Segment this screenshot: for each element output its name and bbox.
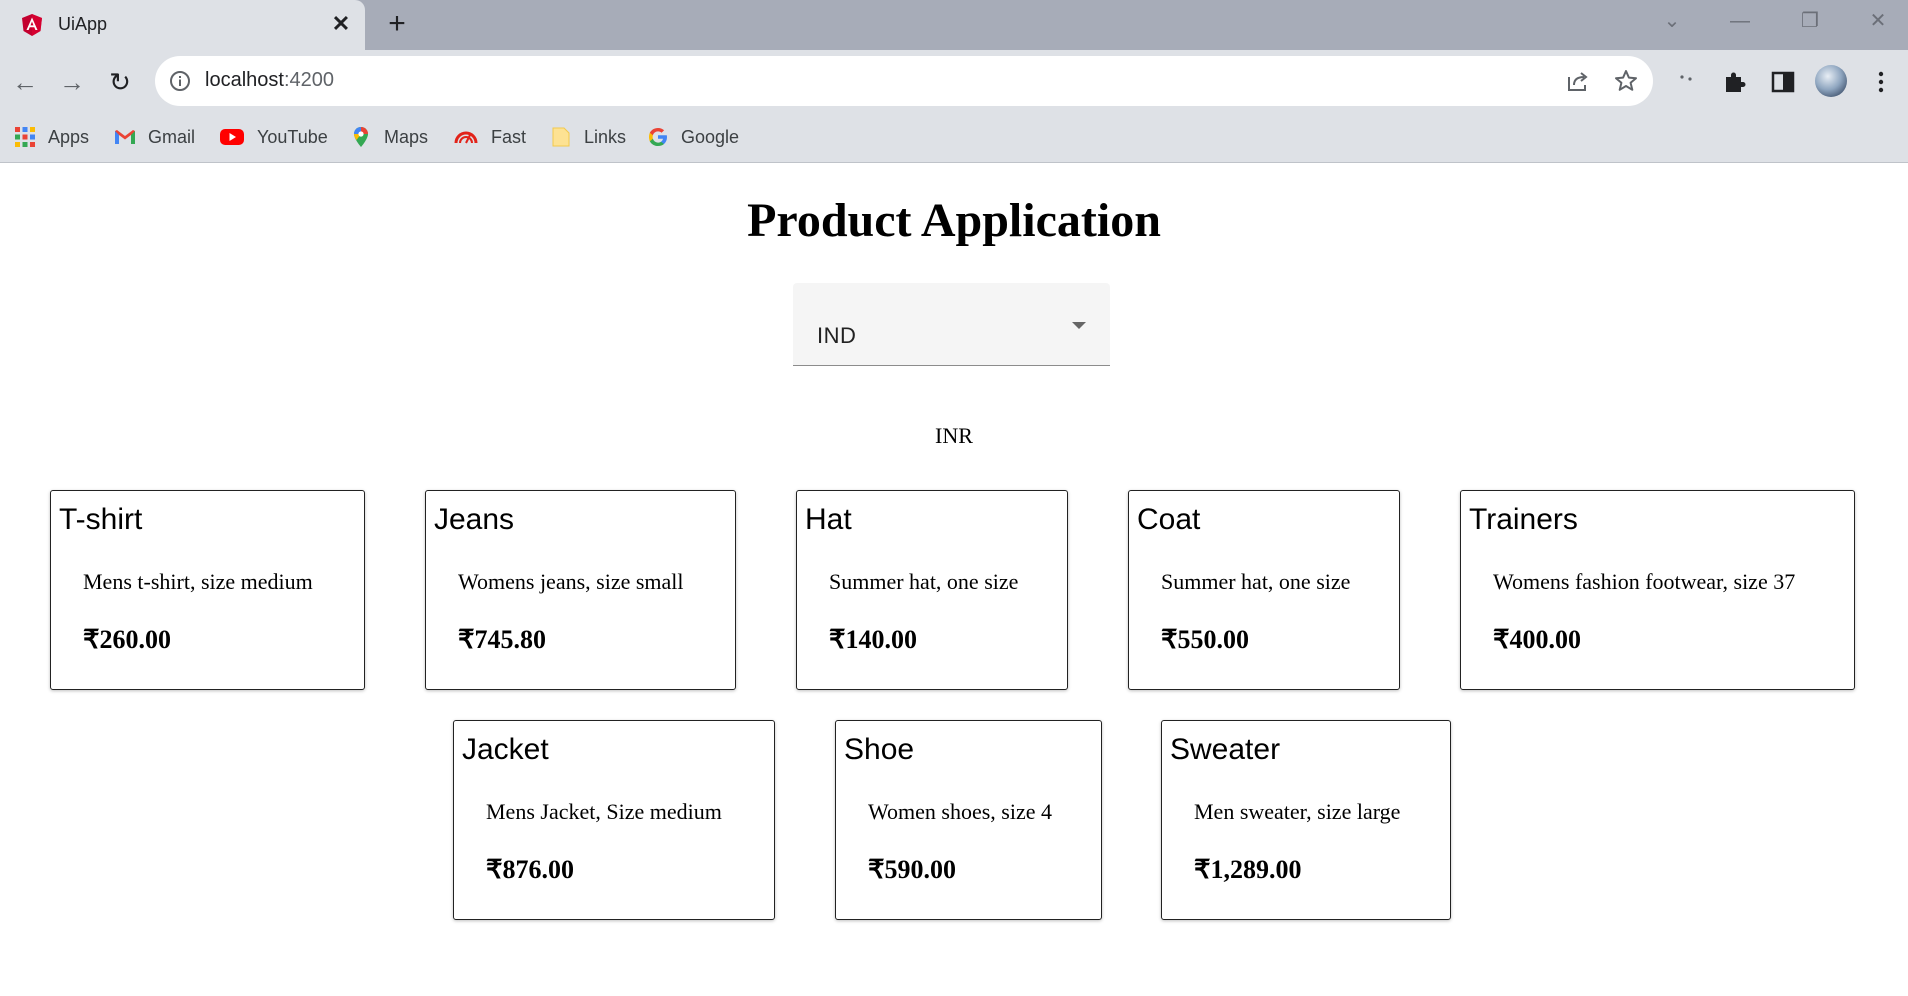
- product-description: Mens t-shirt, size medium: [83, 569, 313, 594]
- profile-avatar[interactable]: [1814, 64, 1848, 98]
- bookmarks-bar: Apps Gmail YouTube Maps Fast Links Googl…: [0, 113, 1908, 163]
- product-price: ₹400.00: [1493, 625, 1582, 654]
- tab-title: UiApp: [58, 14, 108, 34]
- product-description: Womens fashion footwear, size 37: [1493, 569, 1796, 594]
- forward-button[interactable]: →: [52, 62, 92, 102]
- bookmark-gmail[interactable]: Gmail: [114, 124, 195, 150]
- product-price: ₹550.00: [1161, 625, 1250, 654]
- product-price: ₹745.80: [458, 625, 547, 654]
- product-name: Trainers: [1469, 503, 1578, 536]
- youtube-icon: [219, 126, 245, 148]
- product-description: Mens Jacket, Size medium: [486, 799, 722, 824]
- product-name: Shoe: [844, 733, 915, 766]
- product-description: Womens jeans, size small: [458, 569, 684, 594]
- back-button[interactable]: ←: [5, 62, 45, 102]
- product-name: Sweater: [1170, 733, 1281, 766]
- tab-strip: UiApp ✕ + ⌄ — ❐ ✕: [0, 0, 1908, 50]
- product-price: ₹140.00: [829, 625, 918, 654]
- product-description: Women shoes, size 4: [868, 799, 1052, 824]
- gmail-icon: [114, 126, 136, 148]
- product-price: ₹876.00: [486, 855, 575, 884]
- tab-close-icon[interactable]: ✕: [328, 11, 354, 37]
- product-name: T-shirt: [59, 503, 143, 536]
- product-card: Sweater Men sweater, size large ₹1,289.0…: [1161, 720, 1451, 920]
- product-name: Hat: [805, 503, 852, 536]
- bookmark-youtube[interactable]: YouTube: [219, 124, 328, 150]
- side-panel-icon[interactable]: [1768, 67, 1798, 97]
- bookmark-label: Maps: [384, 126, 429, 147]
- extensions-puzzle-icon[interactable]: [1720, 67, 1750, 97]
- page-content: Product Application IND INR T-shirt Mens…: [0, 163, 1908, 996]
- product-name: Jacket: [462, 733, 549, 766]
- bookmark-google[interactable]: Google: [647, 124, 739, 150]
- share-icon[interactable]: [1565, 68, 1591, 94]
- product-card: Shoe Women shoes, size 4 ₹590.00: [835, 720, 1102, 920]
- bookmark-links[interactable]: Links: [550, 124, 626, 150]
- url-host: localhost: [205, 69, 284, 91]
- product-description: Summer hat, one size: [829, 569, 1019, 594]
- angular-favicon-icon: [20, 13, 44, 37]
- url-port: :4200: [283, 69, 334, 91]
- product-description: Summer hat, one size: [1161, 569, 1351, 594]
- url-text[interactable]: localhost:4200: [205, 69, 334, 92]
- bookmark-fast[interactable]: Fast: [453, 124, 526, 150]
- bookmark-maps[interactable]: Maps: [350, 124, 428, 150]
- product-description: Men sweater, size large: [1194, 799, 1401, 824]
- product-name: Jeans: [434, 503, 515, 536]
- bookmark-star-icon[interactable]: [1613, 68, 1639, 94]
- page-title: Product Application: [747, 194, 1161, 247]
- bookmark-apps[interactable]: Apps: [14, 124, 89, 150]
- country-select[interactable]: IND: [793, 283, 1110, 366]
- product-card: Trainers Womens fashion footwear, size 3…: [1460, 490, 1855, 690]
- tab-search-icon[interactable]: ⌄: [1652, 6, 1692, 36]
- folder-icon: [550, 126, 572, 148]
- restore-button[interactable]: ❐: [1790, 6, 1830, 36]
- product-name: Coat: [1137, 503, 1201, 536]
- product-card: Jacket Mens Jacket, Size medium ₹876.00: [453, 720, 775, 920]
- country-select-value: IND: [817, 323, 857, 348]
- currency-label: INR: [935, 423, 973, 448]
- bookmark-label: Gmail: [148, 126, 196, 147]
- product-price: ₹1,289.00: [1194, 855, 1302, 884]
- menu-kebab-icon[interactable]: [1866, 67, 1896, 97]
- product-card: Hat Summer hat, one size ₹140.00: [796, 490, 1068, 690]
- address-bar[interactable]: localhost:4200: [155, 56, 1653, 106]
- product-card: T-shirt Mens t-shirt, size medium ₹260.0…: [50, 490, 365, 690]
- browser-tab[interactable]: UiApp ✕: [0, 0, 365, 50]
- maps-pin-icon: [350, 126, 372, 148]
- product-price: ₹260.00: [83, 625, 172, 654]
- product-card: Jeans Womens jeans, size small ₹745.80: [425, 490, 736, 690]
- apps-grid-icon: [14, 126, 36, 148]
- bookmark-label: YouTube: [257, 126, 328, 147]
- close-window-button[interactable]: ✕: [1858, 6, 1898, 36]
- product-card: Coat Summer hat, one size ₹550.00: [1128, 490, 1400, 690]
- bookmark-label: Google: [681, 126, 740, 147]
- loading-extension-icon[interactable]: [1672, 67, 1702, 97]
- site-info-icon[interactable]: [169, 70, 191, 92]
- new-tab-button[interactable]: +: [380, 8, 414, 42]
- product-price: ₹590.00: [868, 855, 957, 884]
- bookmark-label: Links: [584, 126, 627, 147]
- bookmark-label: Apps: [48, 126, 90, 147]
- browser-toolbar: ← → ↻ localhost:4200: [0, 50, 1908, 113]
- dropdown-arrow-icon[interactable]: [1072, 322, 1086, 329]
- google-icon: [647, 126, 669, 148]
- bookmark-label: Fast: [491, 126, 527, 147]
- minimize-button[interactable]: —: [1720, 6, 1760, 36]
- reload-button[interactable]: ↻: [100, 62, 140, 102]
- speedometer-icon: [453, 126, 479, 148]
